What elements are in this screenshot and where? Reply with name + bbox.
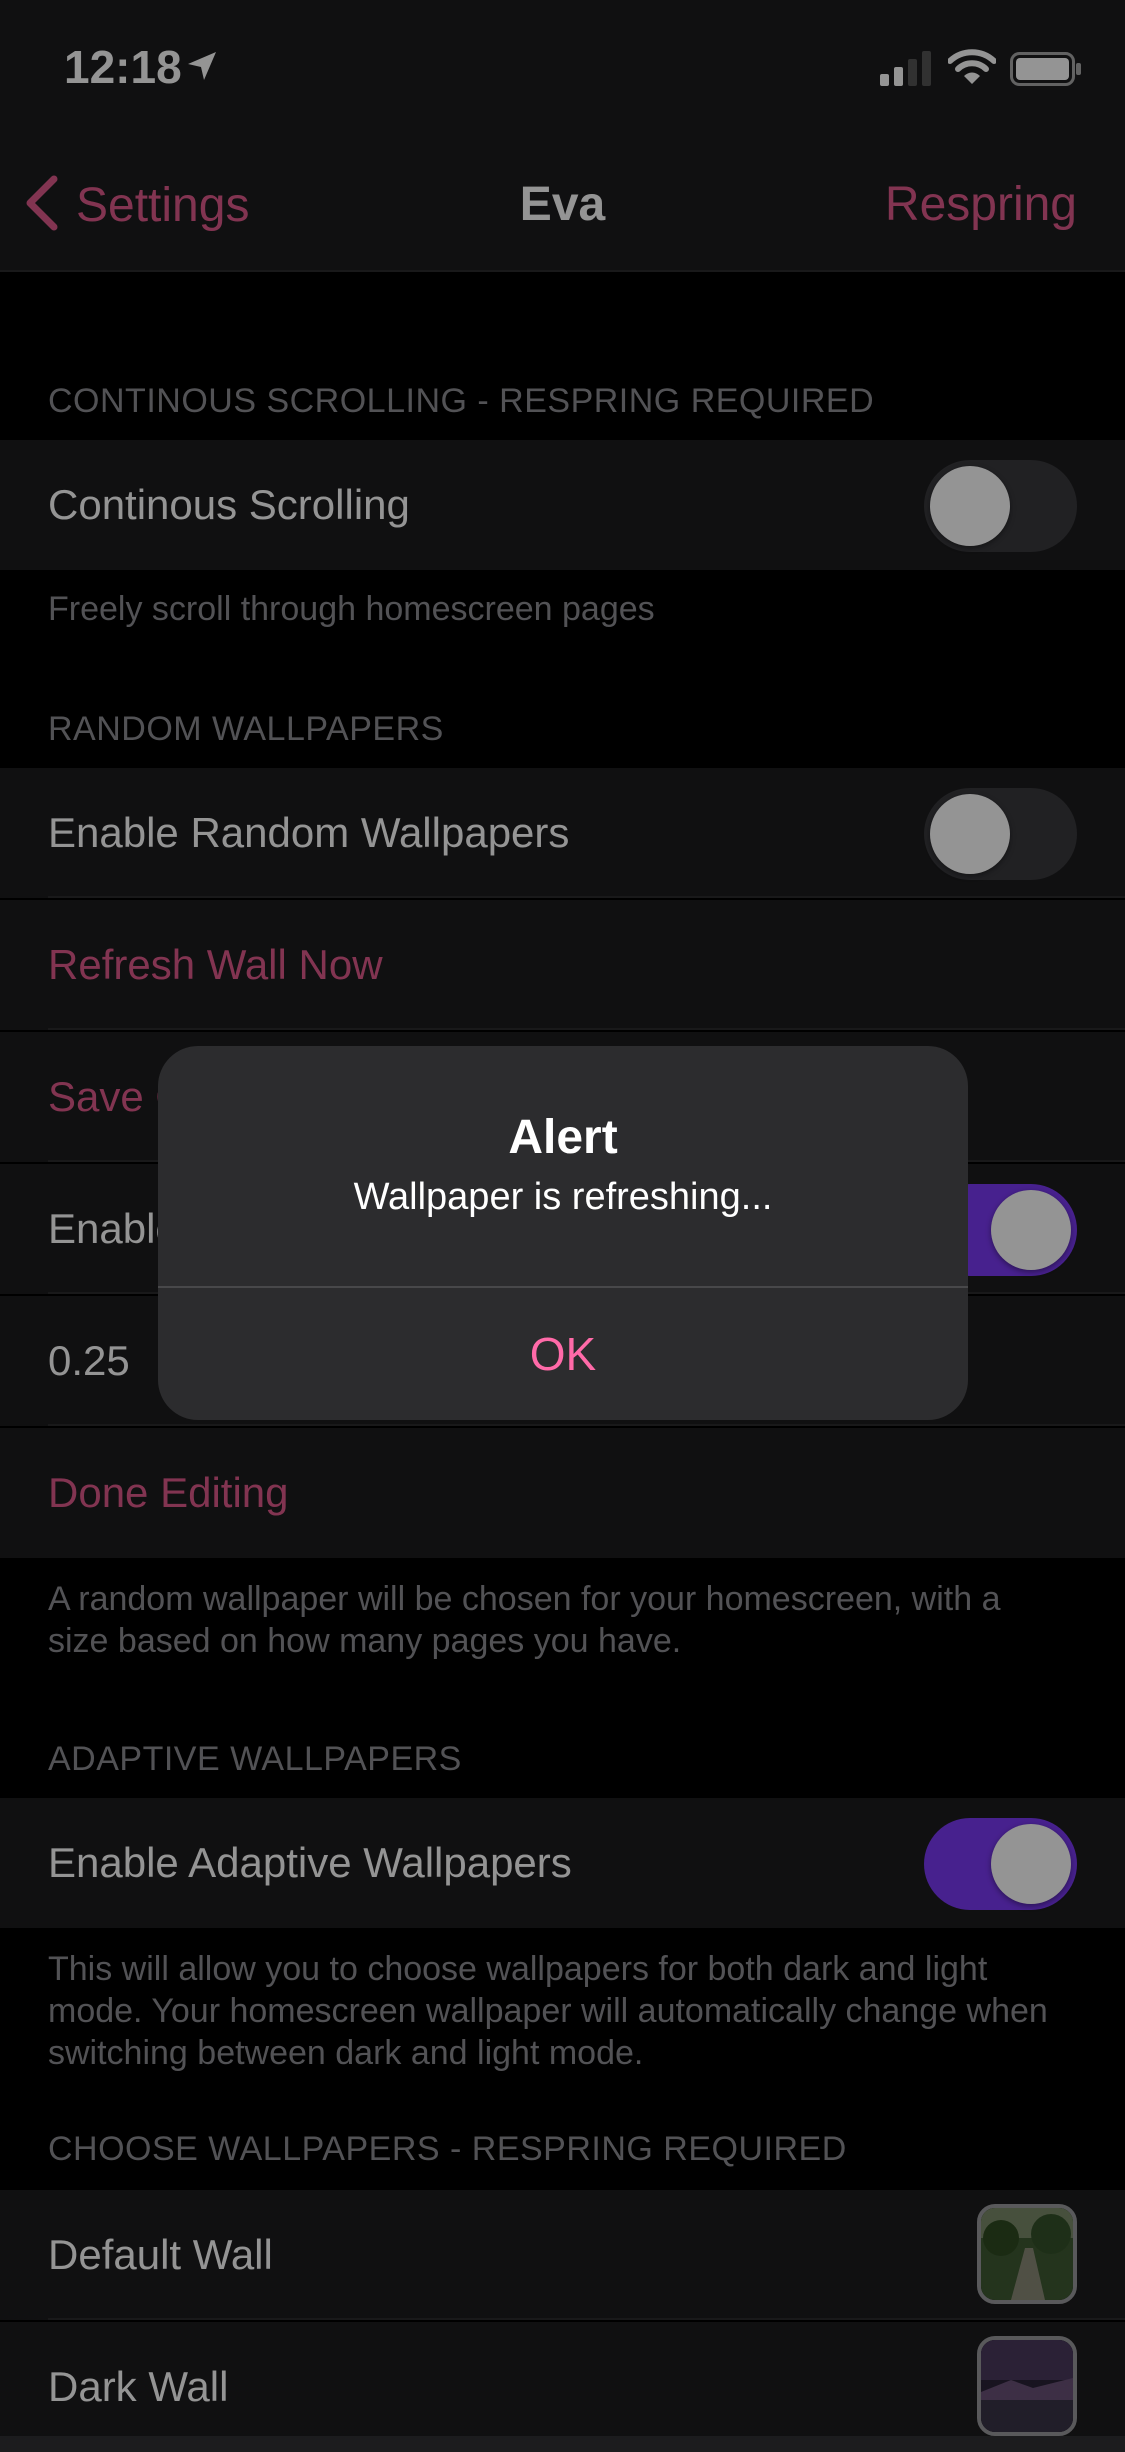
alert-dialog: Alert Wallpaper is refreshing... OK [158,1046,968,1420]
alert-ok-button[interactable]: OK [158,1288,968,1420]
alert-message: Wallpaper is refreshing... [353,1176,773,1218]
alert-title: Alert [508,1111,618,1164]
